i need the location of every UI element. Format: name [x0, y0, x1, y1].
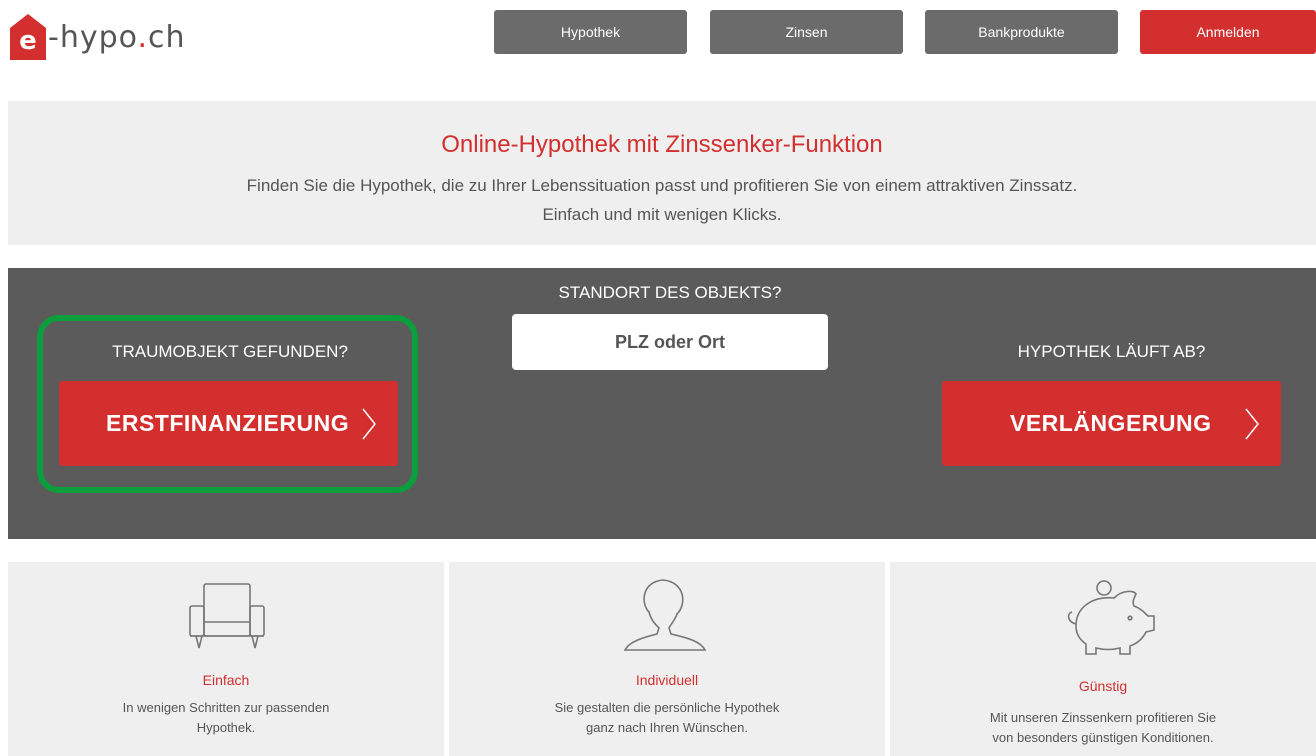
- feature-card-einfach: Einfach In wenigen Schritten zur passend…: [8, 562, 444, 756]
- chevron-right-icon: [1245, 408, 1259, 440]
- intro-text-line-1: Finden Sie die Hypothek, die zu Ihrer Le…: [246, 176, 1078, 195]
- intro-text-line-2: Einfach und mit wenigen Klicks.: [542, 205, 782, 224]
- verlaengerung-button[interactable]: VERLÄNGERUNG: [942, 381, 1281, 466]
- feature-title: Einfach: [202, 672, 250, 688]
- feature-card-individuell: Individuell Sie gestalten die persönlich…: [449, 562, 885, 756]
- armchair-icon: [189, 583, 265, 649]
- piggy-bank-icon: [1067, 580, 1155, 655]
- verlaengerung-label: VERLÄNGERUNG: [1010, 410, 1212, 436]
- nav-zinsen-button[interactable]: Zinsen: [710, 10, 903, 54]
- logo-mark-letter: e: [19, 26, 37, 56]
- erstfinanzierung-button[interactable]: ERSTFINANZIERUNG: [59, 381, 398, 466]
- mortgage-start-panel: TRAUMOBJEKT GEFUNDEN? ERSTFINANZIERUNG S…: [8, 268, 1316, 539]
- person-icon: [623, 579, 707, 651]
- house-logo-icon: e: [10, 14, 46, 60]
- traumobjekt-caption: TRAUMOBJEKT GEFUNDEN?: [112, 342, 348, 361]
- nav-hypothek-button[interactable]: Hypothek: [494, 10, 687, 54]
- hypothek-laeuft-ab-caption: HYPOTHEK LÄUFT AB?: [1017, 342, 1206, 361]
- login-button[interactable]: Anmelden: [1140, 10, 1316, 54]
- feature-card-guenstig: Günstig Mit unseren Zinssenkern profitie…: [890, 562, 1316, 756]
- feature-desc-line-2: von besonders günstigen Konditionen.: [992, 730, 1214, 745]
- page-title: Online-Hypothek mit Zinssenker-Funktion: [441, 131, 883, 158]
- intro-section: Online-Hypothek mit Zinssenker-Funktion …: [8, 101, 1316, 245]
- feature-desc-line-1: Mit unseren Zinssenkern profitieren Sie: [989, 710, 1217, 725]
- feature-desc-line-2: Hypothek.: [196, 720, 256, 735]
- feature-title: Individuell: [635, 672, 699, 688]
- nav-bankprodukte-button[interactable]: Bankprodukte: [925, 10, 1118, 54]
- feature-desc-line-1: In wenigen Schritten zur passenden: [122, 700, 330, 715]
- feature-desc-line-1: Sie gestalten die persönliche Hypothek: [554, 700, 780, 715]
- feature-title: Günstig: [1078, 678, 1128, 694]
- chevron-right-icon: [362, 408, 376, 440]
- feature-desc-line-2: ganz nach Ihren Wünschen.: [586, 720, 748, 735]
- site-logo[interactable]: e -hypo.ch: [10, 14, 186, 60]
- location-input[interactable]: [512, 314, 828, 370]
- erstfinanzierung-label: ERSTFINANZIERUNG: [106, 410, 350, 436]
- standort-caption: STANDORT DES OBJEKTS?: [558, 283, 782, 302]
- logo-text: -hypo.ch: [48, 19, 186, 55]
